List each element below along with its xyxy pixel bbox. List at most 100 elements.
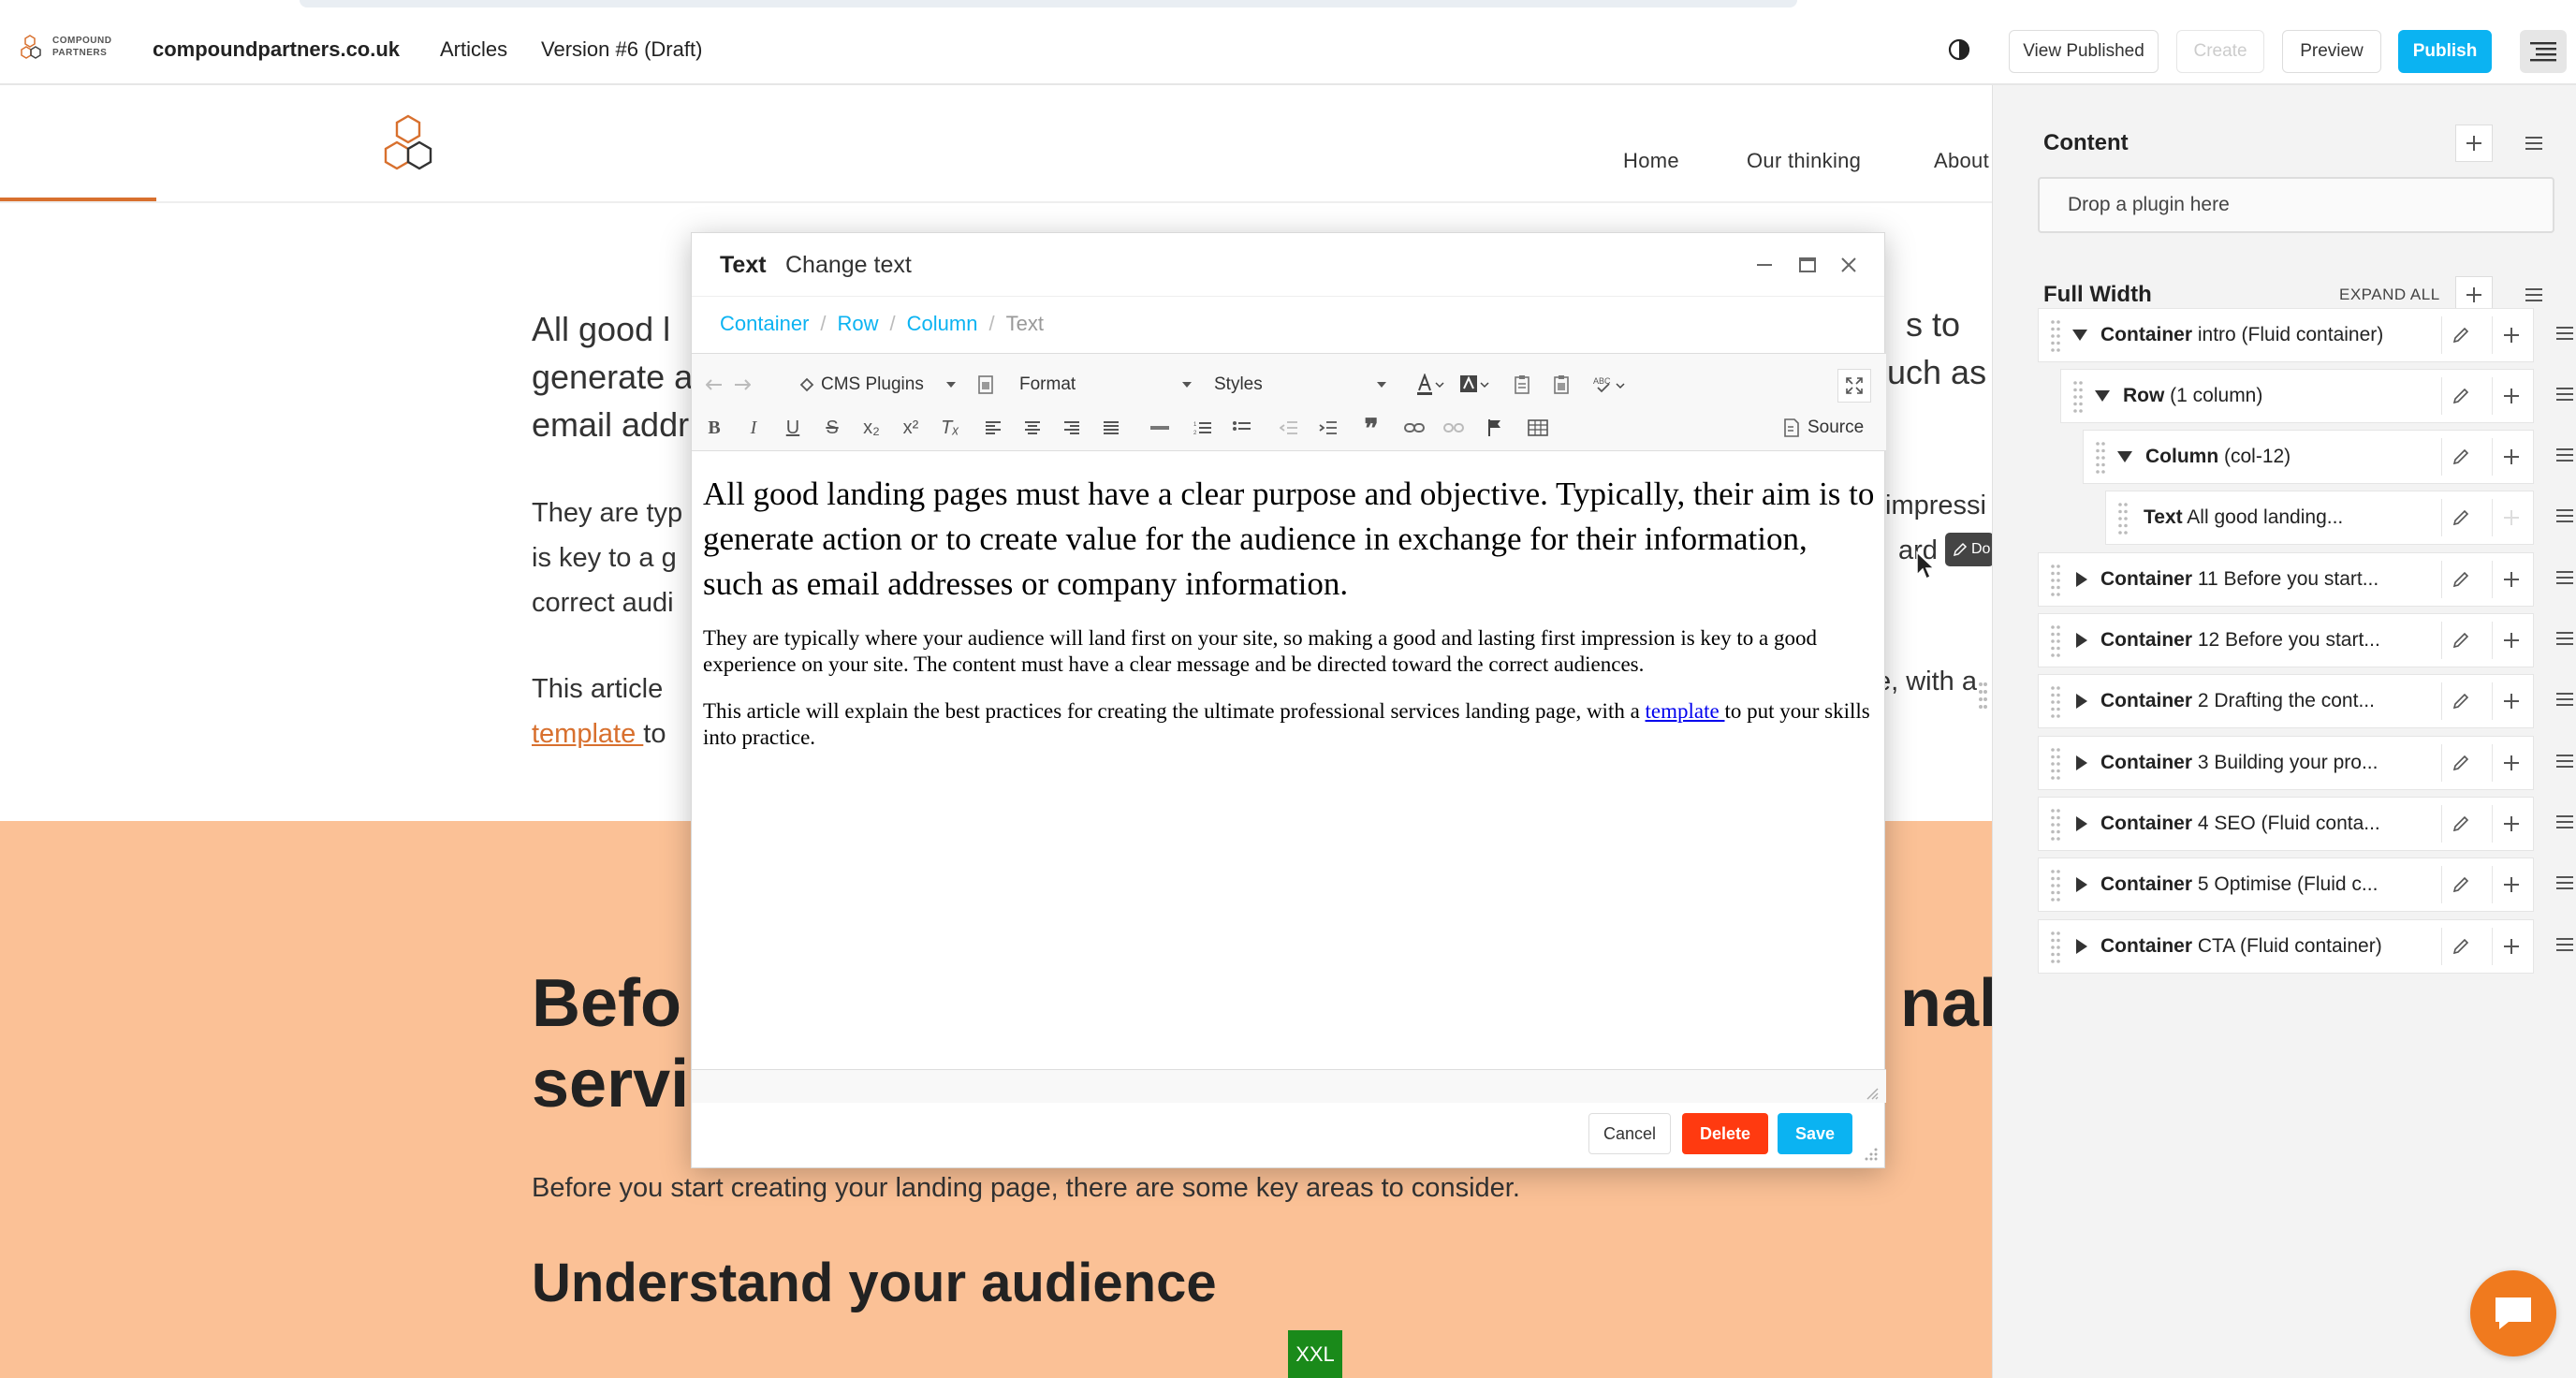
text-color-button[interactable] xyxy=(1412,371,1450,399)
plugin-menu-button[interactable] xyxy=(2555,570,2576,589)
plugin-menu-button[interactable] xyxy=(2555,937,2576,956)
expand-all-button[interactable]: EXPAND ALL xyxy=(2339,286,2440,304)
tree-row[interactable]: Container 2 Drafting the cont... xyxy=(2038,674,2573,728)
sidebar-resize-handle-icon[interactable] xyxy=(1978,679,1987,716)
breadcrumb-column[interactable]: Column xyxy=(907,312,978,335)
underline-button[interactable]: U xyxy=(780,414,806,442)
expand-arrow-icon[interactable] xyxy=(2076,939,2087,954)
expand-arrow-icon[interactable] xyxy=(2076,633,2087,648)
edit-plugin-button[interactable] xyxy=(2441,561,2479,598)
subscript-button[interactable]: x₂ xyxy=(858,414,885,442)
editor-template-link[interactable]: template xyxy=(1646,699,1725,723)
plugin-menu-button[interactable] xyxy=(2555,692,2576,711)
add-plugin-button[interactable] xyxy=(2492,622,2529,659)
outdent-button[interactable] xyxy=(1276,414,1302,442)
expand-arrow-icon[interactable] xyxy=(2076,694,2087,709)
contrast-toggle-icon[interactable] xyxy=(1947,37,1971,62)
tree-row[interactable]: Text All good landing... xyxy=(2105,491,2573,545)
tree-row[interactable]: Column (col-12) xyxy=(2083,430,2573,484)
spellcheck-button[interactable]: ABC xyxy=(1590,371,1628,399)
nav-home[interactable]: Home xyxy=(1623,149,1679,173)
site-honeycomb-logo-icon[interactable] xyxy=(374,113,442,177)
view-published-button[interactable]: View Published xyxy=(2009,30,2159,73)
edit-plugin-button[interactable] xyxy=(2441,377,2479,415)
edit-plugin-button[interactable] xyxy=(2441,866,2479,903)
collapse-arrow-icon[interactable] xyxy=(2095,390,2110,402)
version-label[interactable]: Version #6 (Draft) xyxy=(541,37,702,62)
plugin-menu-button[interactable] xyxy=(2555,326,2576,344)
blockquote-button[interactable]: ❞ xyxy=(1358,414,1384,443)
plugin-menu-button[interactable] xyxy=(2555,447,2576,466)
format-dropdown[interactable]: Format xyxy=(1010,367,1197,403)
fullscreen-button[interactable] xyxy=(1837,369,1871,403)
align-right-button[interactable] xyxy=(1059,414,1085,442)
add-plugin-button[interactable] xyxy=(2492,561,2529,598)
italic-button[interactable]: I xyxy=(740,414,767,442)
background-color-button[interactable] xyxy=(1456,371,1493,399)
tree-row[interactable]: Container 4 SEO (Fluid conta... xyxy=(2038,797,2573,851)
modal-header[interactable]: Text Change text xyxy=(692,233,1884,297)
bullet-list-button[interactable] xyxy=(1229,414,1255,442)
edit-plugin-button[interactable] xyxy=(2441,499,2479,536)
create-button[interactable]: Create xyxy=(2176,30,2264,73)
full-width-menu-button[interactable] xyxy=(2523,286,2545,304)
add-plugin-button[interactable] xyxy=(2492,438,2529,476)
source-button[interactable]: Source xyxy=(1783,412,1864,444)
structure-toggle-button[interactable] xyxy=(2520,30,2567,73)
link-button[interactable] xyxy=(1401,414,1427,442)
collapse-arrow-icon[interactable] xyxy=(2117,451,2132,462)
anchor-button[interactable] xyxy=(1482,414,1508,442)
drag-handle-icon[interactable] xyxy=(2117,501,2129,536)
superscript-button[interactable]: x² xyxy=(898,414,924,442)
indent-button[interactable] xyxy=(1315,414,1341,442)
drop-plugin-zone[interactable]: Drop a plugin here xyxy=(2038,177,2554,233)
plugin-menu-button[interactable] xyxy=(2555,754,2576,772)
publish-button[interactable]: Publish xyxy=(2398,30,2492,73)
align-left-button[interactable] xyxy=(980,414,1006,442)
plugin-menu-button[interactable] xyxy=(2555,387,2576,405)
tree-row[interactable]: Container 3 Building your pro... xyxy=(2038,736,2573,790)
plugin-menu-button[interactable] xyxy=(2555,814,2576,833)
expand-arrow-icon[interactable] xyxy=(2076,816,2087,831)
undo-button[interactable] xyxy=(701,371,727,399)
drag-handle-icon[interactable] xyxy=(2095,440,2106,476)
close-button[interactable] xyxy=(1836,252,1862,278)
horizontal-rule-button[interactable] xyxy=(1147,414,1173,442)
plugin-menu-button[interactable] xyxy=(2555,875,2576,894)
compound-partners-logo[interactable]: COMPOUND PARTNERS xyxy=(21,34,118,62)
content-add-button[interactable] xyxy=(2455,125,2493,162)
align-center-button[interactable] xyxy=(1019,414,1046,442)
drag-handle-icon[interactable] xyxy=(2050,930,2061,965)
save-button[interactable]: Save xyxy=(1778,1113,1852,1154)
tree-row[interactable]: Container intro (Fluid container) xyxy=(2038,308,2573,362)
tree-row[interactable]: Container 12 Before you start... xyxy=(2038,613,2573,667)
template-link[interactable]: template xyxy=(532,719,643,749)
add-plugin-button[interactable] xyxy=(2492,682,2529,720)
strikethrough-button[interactable]: S xyxy=(819,414,845,442)
table-button[interactable] xyxy=(1525,414,1551,442)
maximize-button[interactable] xyxy=(1794,252,1821,278)
edit-plugin-button[interactable] xyxy=(2441,928,2479,965)
edit-plugin-button[interactable] xyxy=(2441,316,2479,354)
cancel-button[interactable]: Cancel xyxy=(1588,1113,1671,1154)
edit-plugin-button[interactable] xyxy=(2441,438,2479,476)
preview-button[interactable]: Preview xyxy=(2282,30,2381,73)
content-menu-button[interactable] xyxy=(2523,134,2545,153)
drag-handle-icon[interactable] xyxy=(2050,563,2061,598)
redo-button[interactable] xyxy=(729,371,755,399)
edit-plugin-button[interactable] xyxy=(2441,622,2479,659)
bold-button[interactable]: B xyxy=(701,414,727,442)
double-click-edit-tag[interactable]: Do xyxy=(1945,533,1992,566)
site-name-link[interactable]: compoundpartners.co.uk xyxy=(153,37,400,62)
expand-arrow-icon[interactable] xyxy=(2076,572,2087,587)
drag-handle-icon[interactable] xyxy=(2050,868,2061,903)
numbered-list-button[interactable]: 12 xyxy=(1190,414,1216,442)
articles-link[interactable]: Articles xyxy=(440,37,507,62)
edit-plugin-button[interactable] xyxy=(2441,805,2479,843)
drag-handle-icon[interactable] xyxy=(2050,807,2061,843)
expand-arrow-icon[interactable] xyxy=(2076,877,2087,892)
paste-word-button[interactable] xyxy=(1547,371,1575,399)
breadcrumb-row[interactable]: Row xyxy=(838,312,879,335)
justify-button[interactable] xyxy=(1098,414,1124,442)
add-plugin-button[interactable] xyxy=(2492,866,2529,903)
